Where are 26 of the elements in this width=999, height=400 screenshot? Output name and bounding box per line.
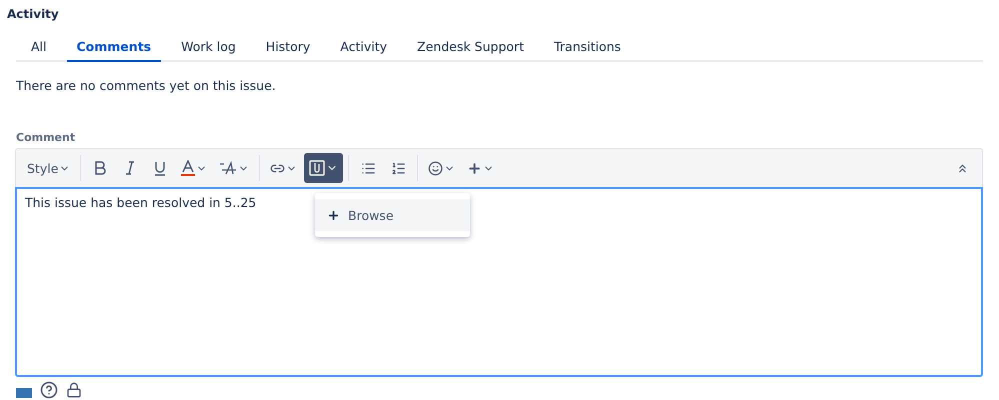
smiley-icon [428, 160, 444, 176]
underline-icon [154, 160, 166, 176]
attachment-icon [309, 160, 326, 176]
tab[interactable]: Activity [330, 31, 398, 62]
strikethrough-icon [219, 161, 238, 175]
bullet-list-icon [360, 160, 376, 176]
tab[interactable]: History [256, 31, 320, 62]
menu-item[interactable]: Browse [315, 199, 470, 231]
bold-icon [94, 161, 106, 175]
tab[interactable]: Comments [66, 31, 162, 62]
text-color-icon [181, 160, 196, 176]
plus-icon [467, 160, 482, 176]
italic-icon [125, 161, 136, 175]
tab[interactable]: All [21, 31, 56, 62]
tab[interactable]: Work log [171, 31, 246, 62]
tab[interactable]: Transitions [544, 31, 631, 62]
tab[interactable]: Zendesk Support [407, 31, 534, 62]
plus-icon [327, 208, 340, 222]
attachment-button[interactable] [304, 153, 344, 183]
numbered-list-icon [390, 160, 406, 176]
lock-icon[interactable] [66, 382, 82, 398]
style-dropdown[interactable]: Style [22, 153, 76, 183]
empty-message: There are no comments yet on this issue. [16, 78, 277, 93]
section-title: Activity [7, 7, 60, 21]
help-icon[interactable] [40, 381, 58, 399]
field-label: Comment [16, 131, 76, 144]
